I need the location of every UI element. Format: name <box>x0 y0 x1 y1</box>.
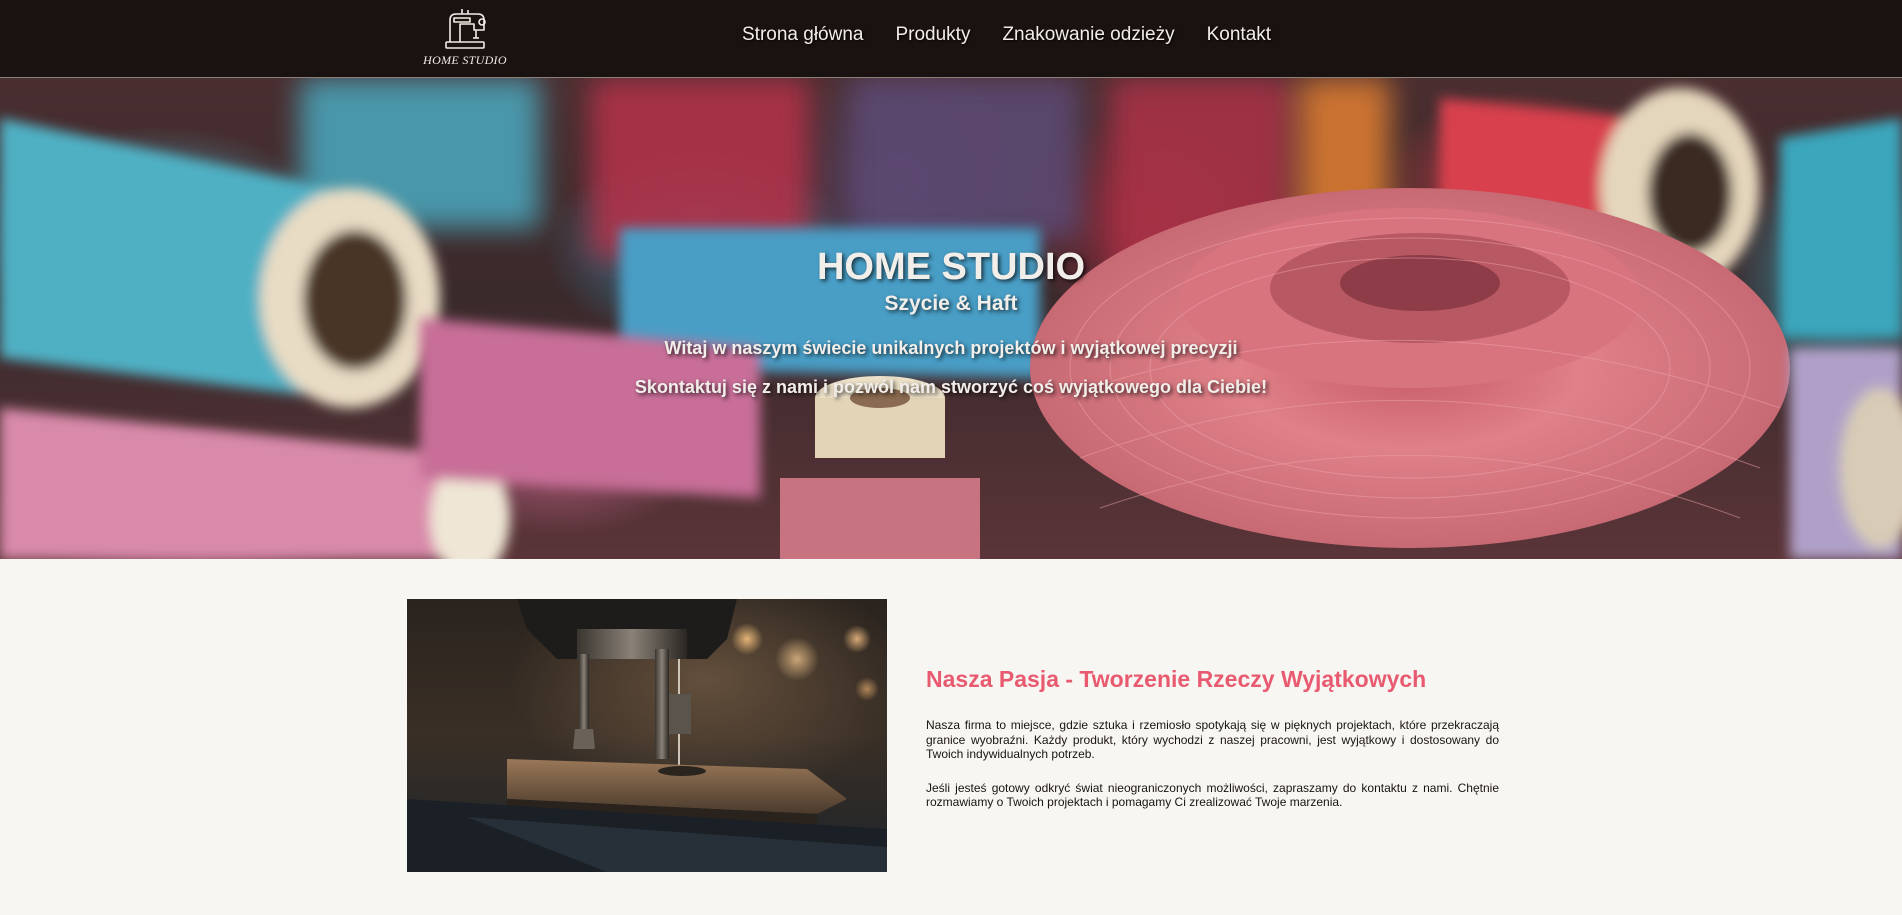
site-header: HOME STUDIO Strona główna Produkty Znako… <box>0 0 1902 78</box>
hero-section: HOME STUDIO Szycie & Haft Witaj w naszym… <box>0 78 1902 559</box>
nav-link-contact[interactable]: Kontakt <box>1207 24 1271 46</box>
sewing-machine-icon <box>445 9 486 49</box>
about-paragraph-1: Nasza firma to miejsce, gdzie sztuka i r… <box>926 718 1499 761</box>
nav-link-home[interactable]: Strona główna <box>742 24 863 46</box>
hero-title: HOME STUDIO <box>816 246 1086 288</box>
about-paragraph-2: Jeśli jesteś gotowy odkryć świat nieogra… <box>926 780 1499 810</box>
main-nav: Strona główna Produkty Znakowanie odzież… <box>742 24 1271 46</box>
sewing-machine-photo <box>407 599 887 872</box>
hero-call-to-action: Skontaktuj się z nami i pozwól nam stwor… <box>634 377 1268 397</box>
about-heading: Nasza Pasja - Tworzenie Rzeczy Wyjątkowy… <box>926 666 1427 692</box>
logo-text: HOME STUDIO <box>423 53 507 67</box>
nav-link-products[interactable]: Produkty <box>895 24 970 46</box>
hero-subtitle: Szycie & Haft <box>884 292 1018 315</box>
hero-content: HOME STUDIO Szycie & Haft Witaj w naszym… <box>0 78 1902 559</box>
sewing-machine-needle-image <box>407 599 887 872</box>
logo[interactable]: HOME STUDIO <box>420 6 510 70</box>
nav-link-clothing-marking[interactable]: Znakowanie odzieży <box>1002 24 1174 46</box>
hero-tagline: Witaj w naszym świecie unikalnych projek… <box>664 338 1238 358</box>
about-section: Nasza Pasja - Tworzenie Rzeczy Wyjątkowy… <box>926 666 1499 829</box>
